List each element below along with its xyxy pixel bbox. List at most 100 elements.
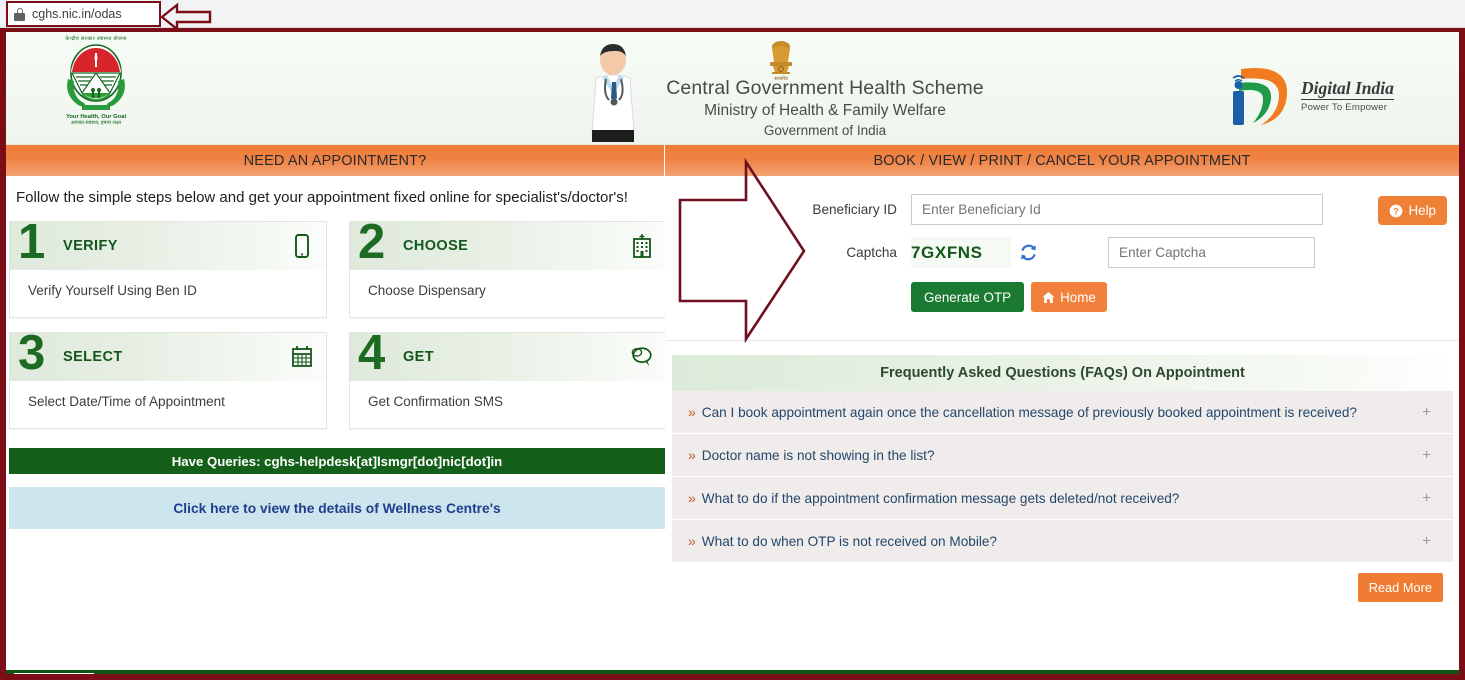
step-number: 4 xyxy=(358,326,386,380)
digital-india-text: Digital India Power To Empower xyxy=(1301,79,1394,113)
site-header: केन्द्रीय सरकार स्वास्थ्य योजना Your Hea… xyxy=(6,32,1459,145)
digital-india-subtitle: Power To Empower xyxy=(1301,102,1388,113)
browser-chrome: cghs.nic.in/odas xyxy=(0,0,1465,32)
faq-chevron-icon: » xyxy=(688,490,696,506)
step-number: 1 xyxy=(18,215,46,269)
step-description: Get Confirmation SMS xyxy=(368,394,504,409)
faq-expand-icon[interactable]: + xyxy=(1422,533,1431,550)
beneficiary-label: Beneficiary ID xyxy=(812,202,897,217)
faq-expand-icon[interactable]: + xyxy=(1422,490,1431,507)
form-buttons: Generate OTP Home xyxy=(911,280,1459,312)
faq-section: Frequently Asked Questions (FAQs) On App… xyxy=(666,341,1459,611)
faq-item[interactable]: » Can I book appointment again once the … xyxy=(672,391,1453,434)
beneficiary-row: Beneficiary ID xyxy=(666,194,1459,225)
lock-icon xyxy=(14,7,25,21)
page-body: केन्द्रीय सरकार स्वास्थ्य योजना Your Hea… xyxy=(6,32,1459,674)
government-subtitle: Government of India xyxy=(763,123,887,138)
help-button-label: Help xyxy=(1408,203,1436,218)
faq-question: Doctor name is not showing in the list? xyxy=(701,447,935,463)
intro-text: Follow the simple steps below and get yo… xyxy=(16,189,628,206)
captcha-label: Captcha xyxy=(846,245,897,260)
faq-heading: Frequently Asked Questions (FAQs) On App… xyxy=(672,355,1453,391)
faq-question: Can I book appointment again once the ca… xyxy=(701,404,1357,420)
nic-logo: राष्ट्रीय National Informatics Centre xyxy=(14,673,94,674)
step-number: 3 xyxy=(18,326,46,380)
faq-question: What to do when OTP is not received on M… xyxy=(701,533,997,549)
faq-item[interactable]: » Doctor name is not showing in the list… xyxy=(672,434,1453,477)
question-circle-icon: ? xyxy=(1390,204,1403,217)
step-card-header: 2 CHOOSE xyxy=(350,215,666,270)
doctor-illustration xyxy=(591,44,635,142)
step-title: VERIFY xyxy=(63,238,118,254)
browser-window: cghs.nic.in/odas केन्द्रीय सरकार स्वास्थ… xyxy=(0,0,1465,680)
appointment-form: Beneficiary ID Captcha 7GXFNS xyxy=(666,176,1459,341)
step-number: 2 xyxy=(358,215,386,269)
faq-expand-icon[interactable]: + xyxy=(1422,447,1431,464)
section-banners: NEED AN APPOINTMENT? BOOK / VIEW / PRINT… xyxy=(6,145,1459,176)
cghs-tagline-hi: आपका स्वास्थ्य, हमारा लक्ष्य xyxy=(70,120,122,126)
captcha-row: Captcha 7GXFNS xyxy=(666,237,1459,268)
step-card-choose[interactable]: 2 CHOOSE Choose Dispensary xyxy=(349,215,667,318)
banner-need-appointment: NEED AN APPOINTMENT? xyxy=(6,145,665,176)
faq-chevron-icon: » xyxy=(688,533,696,549)
mobile-phone-icon xyxy=(295,234,309,258)
cghs-emblem-icon xyxy=(67,44,125,110)
cghs-logo: केन्द्रीय सरकार स्वास्थ्य योजना Your Hea… xyxy=(50,36,142,144)
digital-india-swoosh-icon xyxy=(1232,68,1288,125)
step-card-header: 4 GET xyxy=(350,326,666,381)
calendar-icon xyxy=(292,346,312,367)
step-title: CHOOSE xyxy=(403,238,469,254)
captcha-code: 7GXFNS xyxy=(911,242,983,262)
chat-bubble-icon xyxy=(631,347,652,367)
captcha-refresh-button[interactable] xyxy=(1011,240,1045,266)
page-title: Central Government Health Scheme xyxy=(666,77,984,99)
faq-chevron-icon: » xyxy=(688,404,696,420)
refresh-icon xyxy=(1020,244,1036,261)
home-button-label: Home xyxy=(1060,289,1096,305)
queries-bar: Have Queries: cghs-helpdesk[at]lsmgr[dot… xyxy=(9,448,665,474)
step-title: GET xyxy=(403,349,435,365)
step-title: SELECT xyxy=(63,349,123,365)
wellness-centre-link[interactable]: Click here to view the details of Wellne… xyxy=(173,501,500,516)
faq-item[interactable]: » What to do if the appointment confirma… xyxy=(672,477,1453,520)
help-button[interactable]: ? Help xyxy=(1378,196,1447,225)
address-bar[interactable]: cghs.nic.in/odas xyxy=(6,1,161,27)
faq-question: What to do if the appointment confirmati… xyxy=(701,490,1180,506)
ministry-subtitle: Ministry of Health & Family Welfare xyxy=(704,102,946,119)
step-description: Select Date/Time of Appointment xyxy=(28,394,225,409)
steps-grid: 1 VERIFY Verify Yourself Using Ben ID 2 … xyxy=(6,208,667,429)
header-title-group: सत्यमेव Central Government Health Scheme… xyxy=(576,32,1006,145)
header-titles: Central Government Health Scheme Ministr… xyxy=(644,76,1006,141)
banner-book-appointment: BOOK / VIEW / PRINT / CANCEL YOUR APPOIN… xyxy=(665,145,1459,176)
page-footer: राष्ट्रीय National Informatics Centre De… xyxy=(6,670,1459,674)
step-card-verify[interactable]: 1 VERIFY Verify Yourself Using Ben ID xyxy=(9,215,327,318)
generate-otp-button[interactable]: Generate OTP xyxy=(911,282,1025,312)
wellness-centre-bar: Click here to view the details of Wellne… xyxy=(9,487,665,529)
beneficiary-input[interactable] xyxy=(911,194,1323,225)
main-content: Follow the simple steps below and get yo… xyxy=(6,158,1459,670)
read-more-button[interactable]: Read More xyxy=(1357,572,1443,602)
step-card-select[interactable]: 3 SELECT Select Date/Time of Appointment xyxy=(9,326,327,429)
right-panel: Beneficiary ID Captcha 7GXFNS xyxy=(665,158,1459,670)
step-description: Verify Yourself Using Ben ID xyxy=(28,283,197,298)
page-frame: केन्द्रीय सरकार स्वास्थ्य योजना Your Hea… xyxy=(0,28,1465,680)
faq-chevron-icon: » xyxy=(688,447,696,463)
digital-india-logo: Digital India Power To Empower xyxy=(1221,60,1421,132)
step-description: Choose Dispensary xyxy=(368,283,486,298)
home-icon xyxy=(1042,291,1055,303)
step-card-header: 3 SELECT xyxy=(10,326,326,381)
captcha-image: 7GXFNS xyxy=(911,237,1011,268)
hospital-building-icon xyxy=(633,234,651,258)
faq-expand-icon[interactable]: + xyxy=(1422,404,1431,421)
digital-india-title: Digital India xyxy=(1301,78,1394,100)
left-panel: Follow the simple steps below and get yo… xyxy=(6,176,667,670)
step-card-get[interactable]: 4 GET Get Confirmation SMS xyxy=(349,326,667,429)
svg-text:?: ? xyxy=(1394,206,1400,216)
home-button[interactable]: Home xyxy=(1031,282,1107,312)
captcha-input[interactable] xyxy=(1108,237,1315,268)
read-more-row: Read More xyxy=(672,563,1453,611)
cghs-logo-hindi-arc: केन्द्रीय सरकार स्वास्थ्य योजना xyxy=(65,36,127,42)
faq-item[interactable]: » What to do when OTP is not received on… xyxy=(672,520,1453,563)
step-card-header: 1 VERIFY xyxy=(10,215,326,270)
url-text: cghs.nic.in/odas xyxy=(32,7,122,21)
